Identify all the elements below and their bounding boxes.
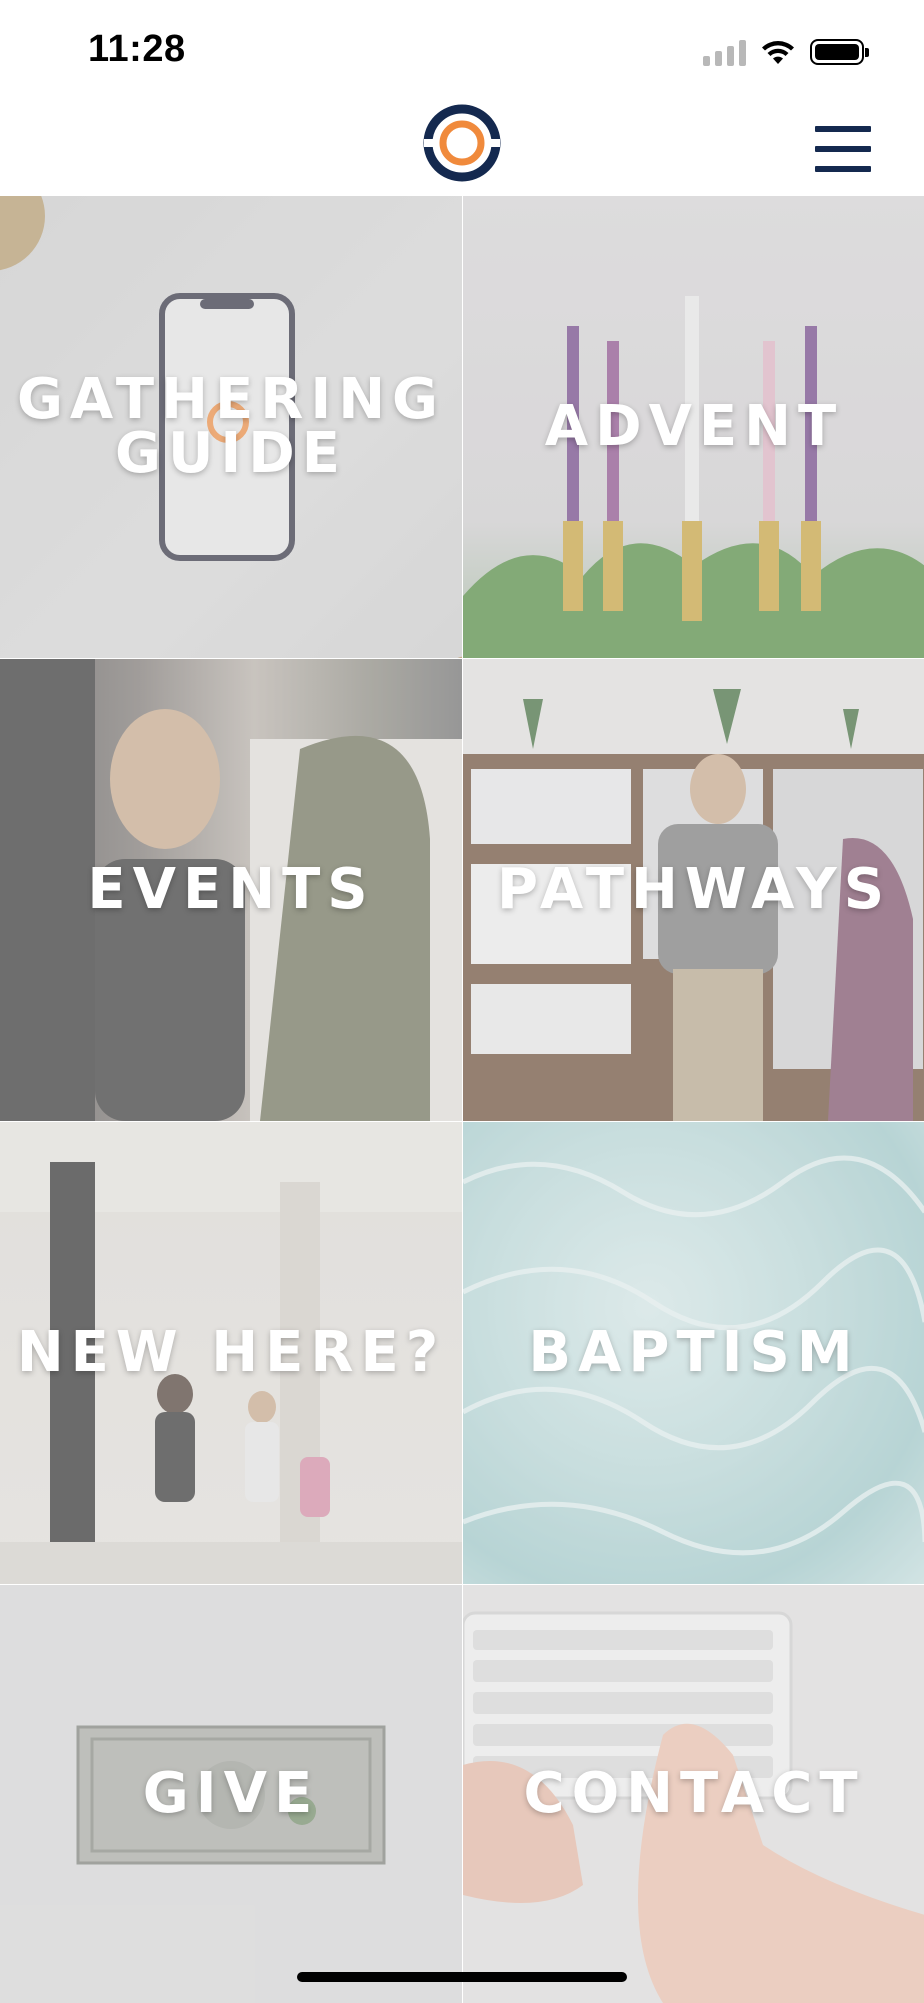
tile-label-pathways: PATHWAYS (496, 857, 892, 922)
tile-contact[interactable]: CONTACT (463, 1585, 924, 2003)
tile-label-contact: CONTACT (523, 1761, 865, 1826)
status-bar: 11:28 (0, 0, 924, 98)
tile-label-give: GIVE (142, 1761, 320, 1826)
tile-events[interactable]: EVENTS (0, 659, 462, 1121)
tile-give[interactable]: GIVE (0, 1585, 462, 2003)
tile-gathering-guide[interactable]: GATHERING GUIDE (0, 196, 462, 658)
tile-label-gathering-guide: GATHERING GUIDE (16, 367, 446, 486)
battery-icon (810, 39, 869, 65)
tile-label-new-here: NEW HERE? (16, 1320, 446, 1385)
tile-label-events: EVENTS (87, 857, 375, 922)
tile-new-here[interactable]: NEW HERE? (0, 1122, 462, 1584)
hamburger-menu-icon[interactable] (815, 126, 871, 172)
status-time: 11:28 (88, 28, 186, 70)
navigation-tile-grid: GATHERING GUIDE ADVENT EVENTS PATHWAYS N… (0, 196, 924, 2003)
app-header (0, 98, 924, 196)
tile-baptism[interactable]: BAPTISM (463, 1122, 924, 1584)
home-indicator (297, 1972, 627, 1982)
tile-pathways[interactable]: PATHWAYS (463, 659, 924, 1121)
status-icons (703, 34, 869, 70)
church-logo[interactable] (421, 102, 503, 184)
tile-label-baptism: BAPTISM (528, 1320, 860, 1385)
wifi-icon (762, 41, 794, 64)
tile-label-advent: ADVENT (544, 394, 844, 459)
cellular-signal-icon (703, 38, 746, 66)
tile-advent[interactable]: ADVENT (463, 196, 924, 658)
